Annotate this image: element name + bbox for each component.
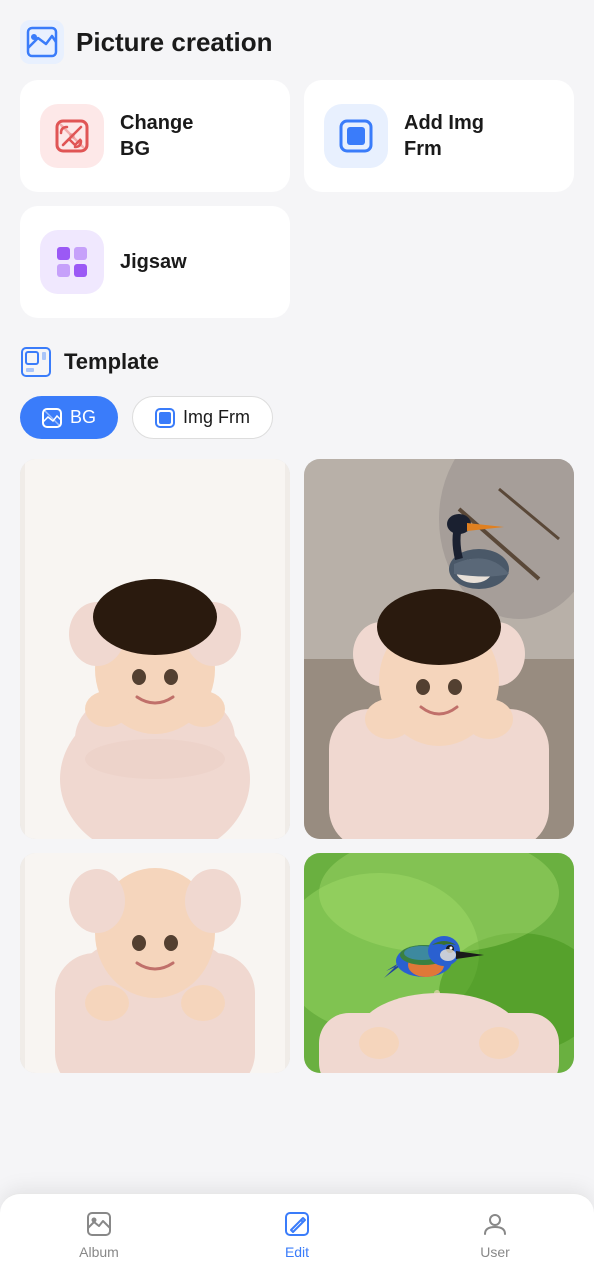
change-bg-card[interactable]: ChangeBG <box>20 80 290 192</box>
edit-icon <box>283 1210 311 1238</box>
photo-cell-1[interactable] <box>20 459 290 839</box>
app-icon <box>20 20 64 64</box>
photo-cell-2[interactable] <box>304 459 574 839</box>
add-img-frm-label: Add ImgFrm <box>404 110 484 162</box>
filter-imgfrm-icon <box>155 408 175 428</box>
user-label: User <box>480 1244 510 1260</box>
add-img-frm-icon <box>337 117 375 155</box>
cards-section: ChangeBG Add ImgFrm Ji <box>0 80 594 318</box>
jigsaw-icon <box>53 243 91 281</box>
add-img-frm-card[interactable]: Add ImgFrm <box>304 80 574 192</box>
template-title: Template <box>64 349 159 375</box>
photo-grid <box>20 459 574 1073</box>
filter-bg-label: BG <box>70 407 96 428</box>
kingfisher-illustration <box>304 853 574 1073</box>
nav-user[interactable]: User <box>455 1210 535 1260</box>
page-title: Picture creation <box>76 27 273 58</box>
user-icon <box>481 1210 509 1238</box>
nav-edit[interactable]: Edit <box>257 1210 337 1260</box>
person-illustration-1 <box>20 459 290 839</box>
filter-bg-button[interactable]: BG <box>20 396 118 439</box>
jigsaw-icon-wrap <box>40 230 104 294</box>
jigsaw-label: Jigsaw <box>120 249 187 275</box>
edit-label: Edit <box>285 1244 309 1260</box>
filter-row: BG Img Frm <box>20 396 574 439</box>
app-header: Picture creation <box>0 0 594 80</box>
template-header: Template <box>20 346 574 378</box>
bird-bg-illustration <box>304 459 574 839</box>
nav-album[interactable]: Album <box>59 1210 139 1260</box>
jigsaw-card[interactable]: Jigsaw <box>20 206 290 318</box>
add-img-frm-icon-wrap <box>324 104 388 168</box>
photo-cell-4[interactable] <box>304 853 574 1073</box>
change-bg-icon-wrap <box>40 104 104 168</box>
album-label: Album <box>79 1244 119 1260</box>
cards-row-bottom: Jigsaw <box>20 206 574 318</box>
template-section: Template BG Img Frm <box>0 346 594 1073</box>
bottom-nav: Album Edit User <box>0 1193 594 1280</box>
template-icon <box>20 346 52 378</box>
photo-cell-3[interactable] <box>20 853 290 1073</box>
cards-row-top: ChangeBG Add ImgFrm <box>20 80 574 192</box>
change-bg-icon <box>53 117 91 155</box>
filter-imgfrm-button[interactable]: Img Frm <box>132 396 273 439</box>
change-bg-label: ChangeBG <box>120 110 193 162</box>
person-partial-illustration <box>20 853 290 1073</box>
filter-bg-icon <box>42 408 62 428</box>
album-icon <box>85 1210 113 1238</box>
filter-imgfrm-label: Img Frm <box>183 407 250 428</box>
